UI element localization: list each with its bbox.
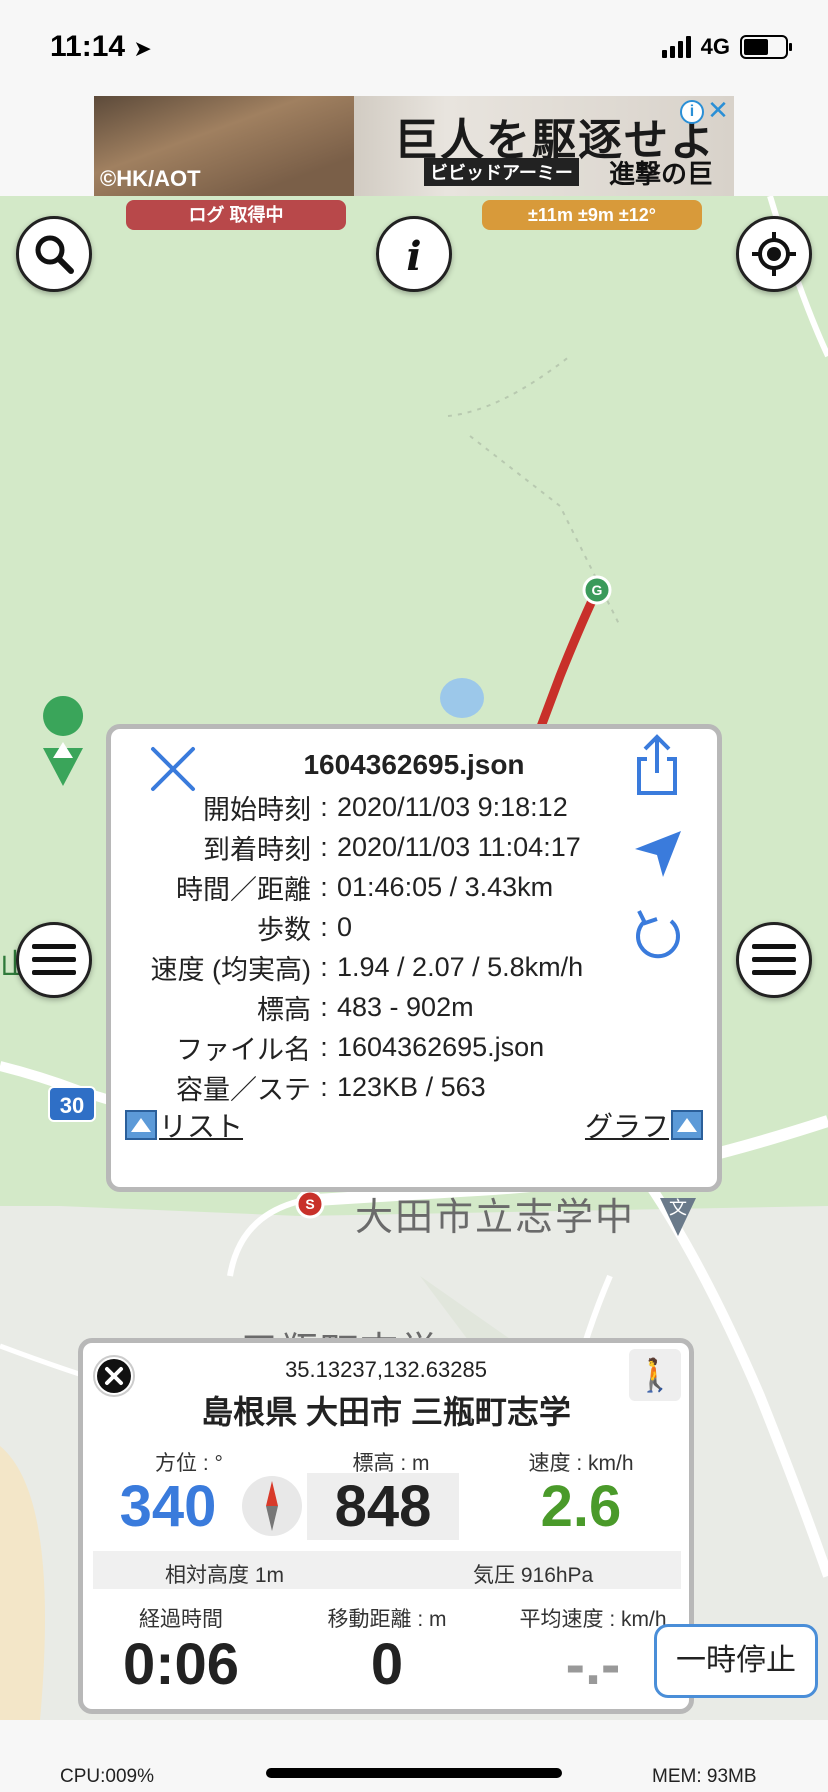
search-icon <box>35 235 74 274</box>
svg-text:S: S <box>305 1196 314 1212</box>
distance-value: 0 <box>370 1632 404 1697</box>
ad-subtitle: ビビッドアーミー <box>424 158 579 186</box>
compass-icon <box>241 1475 303 1537</box>
popup-row: 開始時刻:2020/11/03 9:18:12 <box>203 791 568 825</box>
ad-subtitle-2: 進撃の巨人 <box>609 160 714 190</box>
triangle-up-icon <box>671 1110 703 1140</box>
list-link[interactable]: リスト <box>125 1105 243 1145</box>
memory-usage: MEM: 93MB <box>652 1766 757 1787</box>
crosshair-icon <box>752 232 796 276</box>
altitude-value: 848 <box>307 1473 459 1540</box>
ad-close-icon[interactable]: ✕ <box>706 97 730 123</box>
heading-value: 340 <box>119 1474 217 1539</box>
elapsed-label: 経過時間 <box>139 1608 223 1631</box>
log-status-pill: ログ 取得中 <box>126 200 346 230</box>
ad-copyright: ©HK/AOT <box>100 166 201 191</box>
status-bar: 11:14 ➤ 4G <box>0 0 828 96</box>
info-icon: i <box>406 233 421 276</box>
network-type: 4G <box>700 34 730 59</box>
popup-row: 到着時刻:2020/11/03 11:04:17 <box>203 831 581 865</box>
ad-banner[interactable]: 巨人を駆逐せよ ビビッドアーミー 進撃の巨人 ©HK/AOT i ✕ <box>94 96 734 196</box>
popup-row: 時間／距離:01:46:05 / 3.43km <box>176 871 554 905</box>
distance-label: 移動距離 : m <box>327 1608 447 1631</box>
road-number-badge: 30 <box>48 1086 96 1122</box>
right-menu-button[interactable] <box>736 922 812 998</box>
popup-title: 1604362695.json <box>303 749 525 780</box>
popup-row: 速度 (均実高):1.94 / 2.07 / 5.8km/h <box>150 951 584 985</box>
info-button[interactable]: i <box>376 216 452 292</box>
popup-row: 歩数:0 <box>257 911 353 945</box>
hamburger-icon <box>32 944 76 975</box>
map-label-school: 大田市立志学中 <box>355 1197 636 1239</box>
pause-button[interactable]: 一時停止 <box>654 1624 818 1698</box>
elapsed-value: 0:06 <box>122 1632 240 1697</box>
home-indicator[interactable] <box>266 1768 562 1778</box>
track-info-popup: 1604362695.json 開始時刻:2020/11/03 9:18:12 … <box>106 724 722 1192</box>
ad-info-icon[interactable]: i <box>680 100 704 124</box>
locate-button[interactable] <box>736 216 812 292</box>
svg-text:i: i <box>406 233 421 276</box>
left-menu-button[interactable] <box>16 922 92 998</box>
address: 島根県 大田市 三瓶町志学 <box>201 1394 571 1430</box>
sub-info-row: 相対高度 1m 気圧 916hPa <box>93 1551 681 1589</box>
coordinates: 35.13237,132.63285 <box>285 1357 487 1382</box>
signal-icon <box>661 36 691 58</box>
cpu-usage: CPU:009% <box>60 1766 154 1787</box>
popup-row: ファイル名:1604362695.json <box>176 1031 545 1065</box>
graph-link[interactable]: グラフ <box>585 1105 703 1145</box>
battery-icon <box>740 35 792 59</box>
status-indicators: 4G <box>661 34 792 60</box>
accuracy-pill: ±11m ±9m ±12° <box>482 200 702 230</box>
hamburger-icon <box>752 944 796 975</box>
status-time: 11:14 ➤ <box>50 30 152 63</box>
triangle-up-icon <box>125 1110 157 1140</box>
popup-rows: 開始時刻:2020/11/03 9:18:12 到着時刻:2020/11/03 … <box>111 787 717 1107</box>
svg-text:G: G <box>592 582 603 598</box>
popup-row: 容量／ステ:123KB / 563 <box>176 1071 486 1105</box>
search-button[interactable] <box>16 216 92 292</box>
relative-altitude: 相対高度 1m <box>165 1564 285 1587</box>
location-info-card: 🚶 35.13237,132.63285 島根県 大田市 三瓶町志学 方位 : … <box>78 1338 694 1714</box>
location-arrow-icon: ➤ <box>133 36 152 61</box>
svg-text:文: 文 <box>669 1198 687 1219</box>
speed-value: 2.6 <box>540 1474 622 1539</box>
popup-row: 標高:483 - 902m <box>257 991 474 1025</box>
pressure: 気圧 916hPa <box>473 1564 594 1587</box>
